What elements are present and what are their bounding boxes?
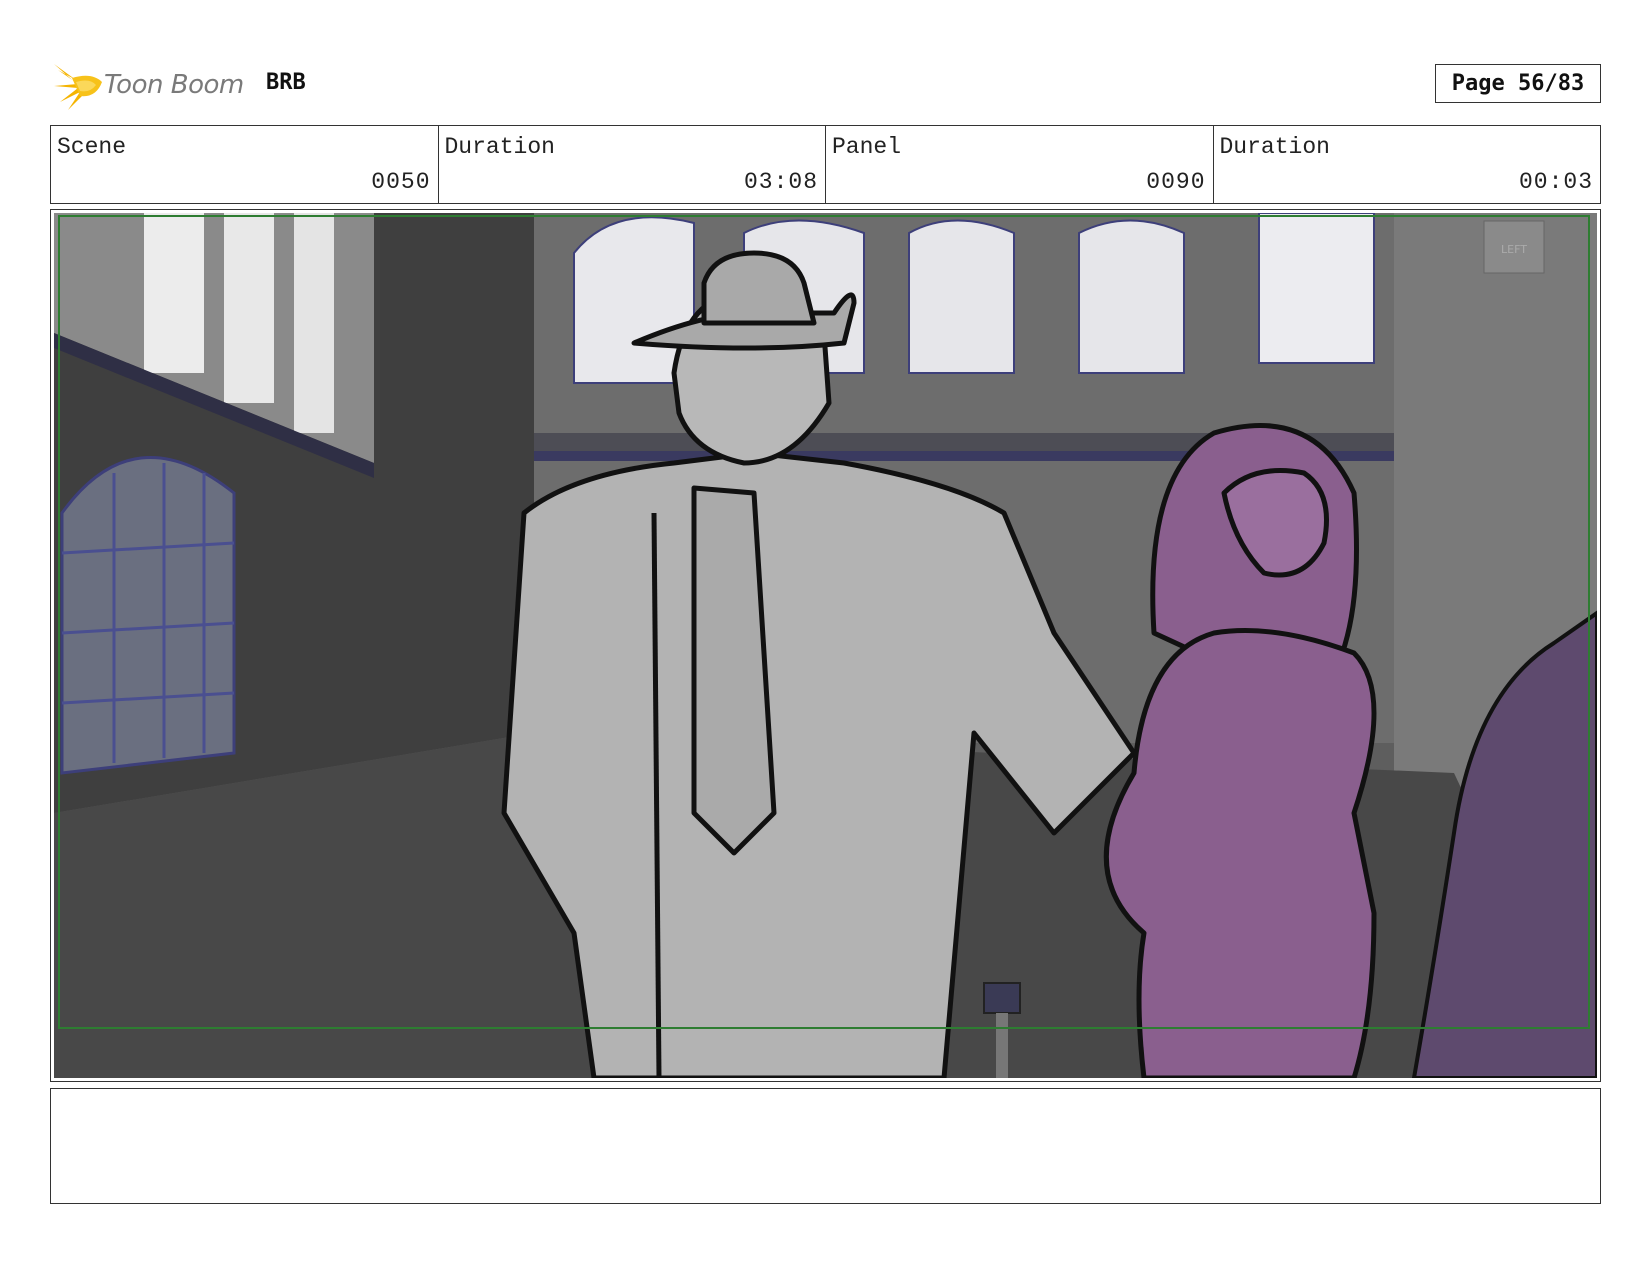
scene-duration-label: Duration [444, 134, 555, 160]
scene-duration-cell: Duration 03:08 [439, 126, 826, 203]
panel-value: 0090 [1146, 169, 1206, 195]
scene-label: Scene [57, 134, 127, 160]
page-number: Page 56/83 [1435, 64, 1601, 103]
info-row: Scene 0050 Duration 03:08 Panel 0090 Dur… [50, 125, 1601, 204]
starburst-icon [54, 64, 102, 110]
toon-boom-logo: Toon Boom [52, 58, 244, 112]
panel-duration-cell: Duration 00:03 [1214, 126, 1601, 203]
panel-duration-label: Duration [1219, 134, 1330, 160]
scene-duration-value: 03:08 [743, 169, 818, 195]
left-arched-window [60, 455, 236, 775]
panel-cell: Panel 0090 [826, 126, 1214, 203]
panel-label: Panel [832, 134, 902, 160]
notes-box [50, 1088, 1601, 1204]
panel-artwork: LEFT [54, 213, 1597, 1078]
panel-duration-value: 00:03 [1518, 169, 1593, 195]
brand-name: Toon Boom [104, 70, 244, 100]
project-title: BRB [266, 70, 306, 95]
sign-text: LEFT [1501, 243, 1527, 256]
scene-value: 0050 [371, 169, 431, 195]
scene-cell: Scene 0050 [51, 126, 439, 203]
